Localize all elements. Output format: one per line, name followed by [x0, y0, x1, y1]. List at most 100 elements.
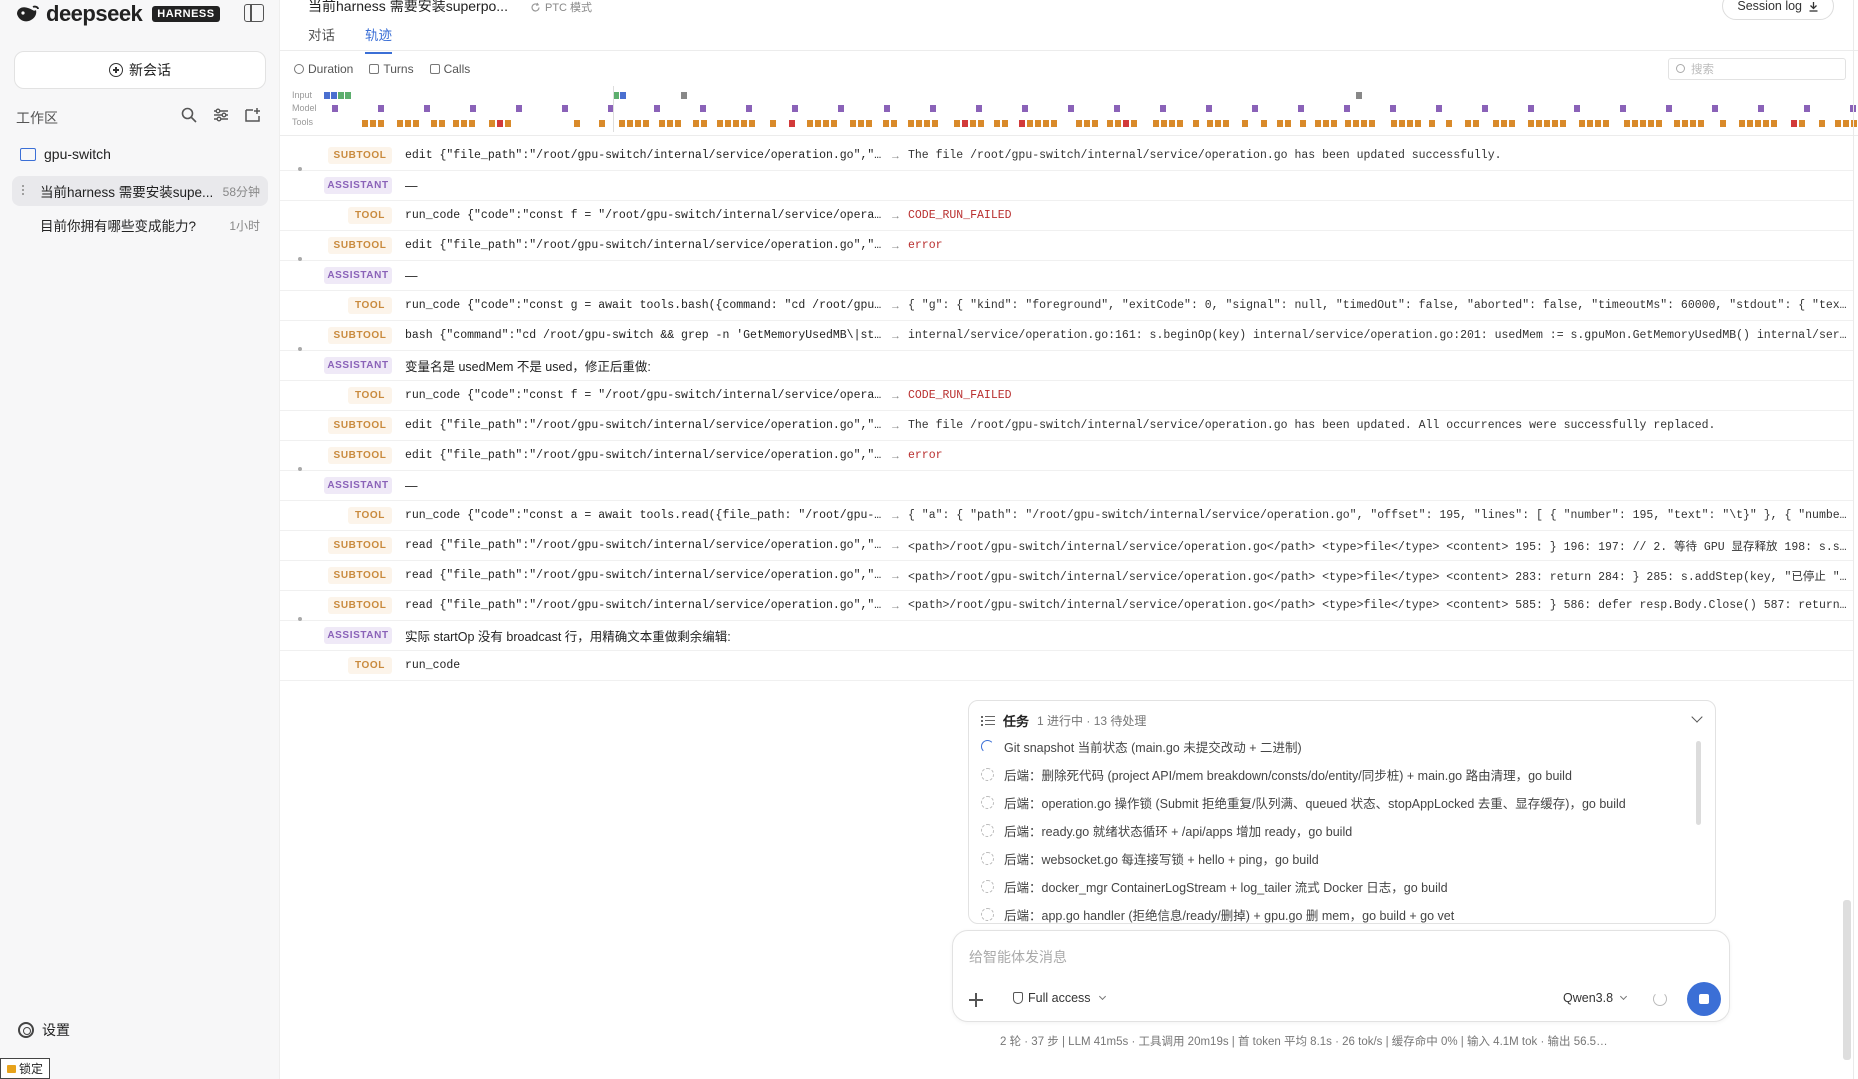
tool-result: <path>/root/gpu-switch/internal/service/…: [908, 540, 1848, 554]
trace-row[interactable]: SUBTOOL edit {"file_path":"/root/gpu-swit…: [280, 411, 1854, 441]
timeline-mark: [654, 105, 660, 112]
timeline-mark: [1528, 120, 1534, 127]
timeline-mark: [962, 120, 968, 127]
trace-row[interactable]: TOOL run_code {"code":"const f = "/root/g…: [280, 381, 1854, 411]
trace-row[interactable]: SUBTOOL read {"file_path":"/root/gpu-swit…: [280, 561, 1854, 591]
message-input[interactable]: 给智能体发消息: [969, 947, 1067, 967]
chevron-down-icon[interactable]: [1691, 711, 1703, 723]
task-panel-scrollbar[interactable]: [1696, 741, 1701, 825]
in-progress-icon: [981, 740, 994, 753]
task-item[interactable]: 后端：app.go handler (拒绝信息/ready/删掉) + gpu.…: [981, 905, 1454, 923]
timeline-marks: [324, 86, 1857, 136]
timeline-mark: [725, 120, 731, 127]
filter-icon[interactable]: [212, 106, 230, 124]
timeline-mark: [1315, 120, 1321, 127]
session-item[interactable]: 目前你拥有哪些变成能力? 1小时: [12, 210, 268, 240]
pending-icon: [981, 768, 994, 781]
lock-icon: [7, 1064, 16, 1073]
task-list-icon: [981, 715, 995, 727]
task-item[interactable]: 后端：websocket.go 每连接写锁 + hello + ping，go …: [981, 849, 1319, 868]
trace-row[interactable]: TOOL run_code {"code":"const g = await to…: [280, 291, 1854, 321]
assistant-message: —: [405, 478, 418, 493]
trace-row[interactable]: SUBTOOL read {"file_path":"/root/gpu-swit…: [280, 531, 1854, 561]
timeline-mark: [439, 120, 445, 127]
drag-handle-icon[interactable]: [22, 185, 25, 197]
timeline-mark: [505, 120, 511, 127]
timeline-mark: [1755, 120, 1761, 127]
add-attachment-icon[interactable]: [965, 989, 987, 1011]
new-folder-icon[interactable]: [244, 106, 262, 124]
settings-button[interactable]: 设置: [18, 1020, 70, 1040]
timeline-mark: [746, 105, 752, 112]
timeline-mark: [1002, 120, 1008, 127]
trace-row[interactable]: ASSISTANT —: [280, 257, 1854, 291]
timeline-mark: [884, 105, 890, 112]
refresh-icon: [531, 2, 540, 11]
task-item[interactable]: Git snapshot 当前状态 (main.go 未提交改动 + 二进制): [981, 737, 1302, 756]
trace-row[interactable]: SUBTOOL edit {"file_path":"/root/gpu-swit…: [280, 441, 1854, 471]
timeline-mark: [807, 120, 813, 127]
timeline-mark: [1446, 120, 1452, 127]
timeline-mark: [823, 120, 829, 127]
stop-button[interactable]: [1687, 982, 1721, 1016]
timeline-mark: [1300, 120, 1306, 127]
trace-row[interactable]: ASSISTANT —: [280, 467, 1854, 501]
lock-button[interactable]: 锁定: [0, 1058, 51, 1079]
trace-row[interactable]: SUBTOOL bash {"command":"cd /root/gpu-swi…: [280, 321, 1854, 351]
folder-icon: [20, 147, 36, 161]
trace-timeline[interactable]: Input Model Tools: [280, 86, 1858, 136]
timeline-mark: [667, 120, 673, 127]
trace-search-input[interactable]: 搜索: [1668, 58, 1846, 80]
turns-view-button[interactable]: Turns: [369, 62, 414, 76]
timeline-mark: [516, 105, 522, 112]
timeline-mark: [1712, 105, 1718, 112]
timeline-mark: [413, 120, 419, 127]
timeline-mark: [1193, 120, 1199, 127]
task-item[interactable]: 后端：operation.go 操作锁 (Submit 拒绝重复/队列满、que…: [981, 793, 1626, 812]
folder-gpu-switch[interactable]: gpu-switch: [20, 146, 111, 162]
new-chat-button[interactable]: 新会话: [14, 51, 266, 89]
trace-row[interactable]: SUBTOOL edit {"file_path":"/root/gpu-swit…: [280, 141, 1854, 171]
task-item[interactable]: 后端：ready.go 就绪状态循环 + /api/apps 增加 ready，…: [981, 821, 1352, 840]
session-item-active[interactable]: 当前harness 需要安装supe... 58分钟: [12, 176, 268, 206]
tool-call: edit {"file_path":"/root/gpu-switch/inte…: [405, 149, 883, 162]
sidebar-toggle-icon[interactable]: [244, 4, 264, 22]
message-composer: 给智能体发消息 Full access Qwen3.8: [952, 930, 1730, 1022]
timeline-mark: [924, 120, 930, 127]
timeline-mark: [1353, 120, 1359, 127]
deepseek-whale-icon: [17, 5, 39, 22]
trace-row[interactable]: SUBTOOL edit {"file_path":"/root/gpu-swit…: [280, 231, 1854, 261]
timeline-mark: [424, 105, 430, 112]
timeline-mark: [675, 120, 681, 127]
task-item[interactable]: 后端：删除死代码 (project API/mem breakdown/cons…: [981, 765, 1572, 784]
timeline-label-input: Input: [292, 90, 313, 100]
trace-row[interactable]: SUBTOOL read {"file_path":"/root/gpu-swit…: [280, 591, 1854, 621]
timeline-mark: [1169, 120, 1175, 127]
timeline-mark: [378, 105, 384, 112]
timeline-mark: [1587, 120, 1593, 127]
calls-view-button[interactable]: Calls: [429, 62, 470, 76]
duration-view-button[interactable]: Duration: [294, 62, 353, 76]
page-scrollbar[interactable]: [1843, 900, 1851, 1060]
timeline-mark: [1115, 120, 1121, 127]
trace-row[interactable]: ASSISTANT —: [280, 167, 1854, 201]
trace-row[interactable]: ASSISTANT 变量名是 usedMem 不是 used，修正后重做:: [280, 347, 1854, 381]
session-log-button[interactable]: Session log: [1722, 0, 1834, 20]
timeline-mark: [1415, 120, 1421, 127]
task-item[interactable]: 后端：docker_mgr ContainerLogStream + log_t…: [981, 877, 1448, 896]
timeline-mark: [397, 120, 403, 127]
timeline-mark: [1804, 105, 1810, 112]
arrow-right-icon: →: [890, 509, 901, 522]
trace-row[interactable]: ASSISTANT 实际 startOp 没有 broadcast 行，用精确文本…: [280, 617, 1854, 651]
model-select[interactable]: Qwen3.8: [1563, 991, 1628, 1005]
timeline-mark: [1739, 120, 1745, 127]
timeline-mark: [599, 120, 605, 127]
trace-row[interactable]: TOOL run_code: [280, 651, 1854, 681]
arrow-right-icon: →: [890, 239, 901, 252]
trace-row[interactable]: TOOL run_code {"code":"const a = await to…: [280, 501, 1854, 531]
trace-row[interactable]: TOOL run_code {"code":"const f = "/root/g…: [280, 201, 1854, 231]
access-mode-select[interactable]: Full access: [1013, 991, 1106, 1005]
search-icon[interactable]: [180, 106, 198, 124]
timeline-mark: [1835, 120, 1841, 127]
task-panel-header[interactable]: 任务 1 进行中 · 13 待处理: [981, 711, 1146, 730]
